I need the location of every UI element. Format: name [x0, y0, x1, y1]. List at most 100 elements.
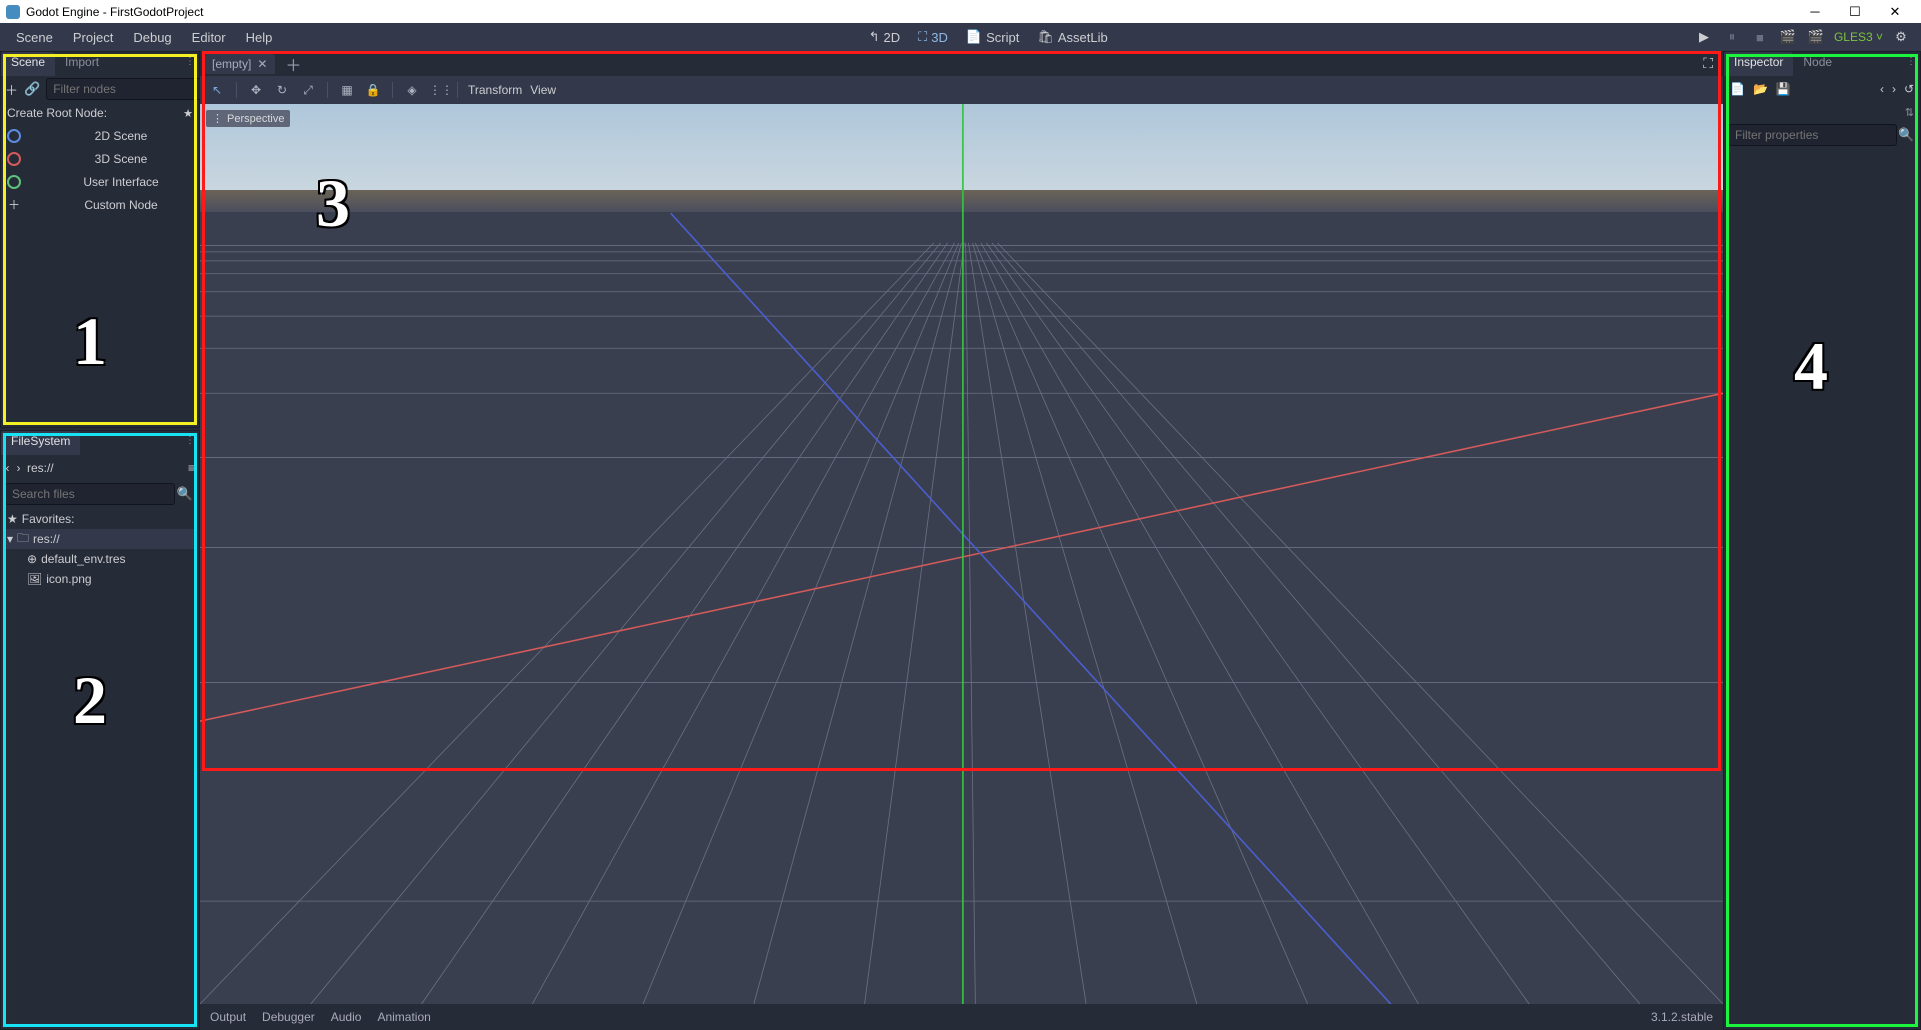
menu-help[interactable]: Help	[236, 26, 283, 49]
mode-2d-button[interactable]: ↰2D	[861, 25, 909, 49]
root-custom[interactable]: ＋Custom Node	[1, 193, 199, 216]
mode-assetlib-button[interactable]: 🛍AssetLib	[1029, 25, 1115, 49]
tab-inspector[interactable]: Inspector	[1724, 52, 1793, 76]
folder-icon: 🗀	[17, 529, 29, 550]
maximize-button[interactable]: ☐	[1835, 0, 1875, 23]
sort-icon[interactable]: ⇅	[1905, 106, 1914, 119]
annotation-2: 2	[73, 661, 107, 740]
tab-import[interactable]: Import	[55, 52, 109, 76]
menu-project[interactable]: Project	[63, 26, 123, 49]
dock-menu-icon[interactable]: ⋮	[1906, 56, 1916, 67]
window-title: Godot Engine - FirstGodotProject	[26, 5, 203, 19]
tab-scene[interactable]: Scene	[1, 52, 55, 76]
scale-tool-icon[interactable]: ⤢	[299, 83, 317, 98]
root-3d-scene[interactable]: 3D Scene	[1, 147, 199, 170]
tab-node[interactable]: Node	[1793, 52, 1842, 76]
chevron-down-icon: ▾	[7, 532, 13, 546]
close-button[interactable]: ✕	[1875, 0, 1915, 23]
2d-icon: ↰	[869, 29, 880, 45]
filter-nodes-input[interactable]	[46, 78, 215, 100]
root-2d-scene[interactable]: 2D Scene	[1, 124, 199, 147]
renderer-selector[interactable]: GLES3 ˅	[1834, 30, 1883, 44]
play-custom-button[interactable]: 🎬	[1806, 27, 1826, 47]
version-label: 3.1.2.stable	[1651, 1010, 1713, 1024]
res-root-row[interactable]: ▾🗀res://	[5, 529, 195, 549]
node2d-icon	[7, 129, 21, 143]
stop-button[interactable]: ■	[1750, 27, 1770, 47]
scene-tabs: [empty] ✕ ＋ ⛶	[200, 51, 1723, 76]
file-row[interactable]: 🖼icon.png	[5, 569, 195, 589]
mode-3d-button[interactable]: ⛶3D	[910, 25, 956, 49]
menu-editor[interactable]: Editor	[182, 26, 236, 49]
new-resource-icon[interactable]: 📄	[1730, 82, 1745, 96]
tab-audio[interactable]: Audio	[331, 1010, 362, 1024]
minimize-button[interactable]: ─	[1795, 0, 1835, 23]
close-icon[interactable]: ✕	[257, 57, 267, 71]
annotation-4: 4	[1794, 327, 1828, 406]
transform-menu[interactable]: Transform	[468, 83, 522, 97]
image-icon: 🖼	[27, 572, 42, 586]
grid	[200, 104, 1723, 1004]
viewport-3d[interactable]: ⋮Perspective 3	[200, 104, 1723, 1004]
star-icon[interactable]: ★	[183, 107, 193, 120]
move-tool-icon[interactable]: ✥	[247, 83, 265, 97]
window-titlebar: Godot Engine - FirstGodotProject ─ ☐ ✕	[0, 0, 1921, 23]
view-menu[interactable]: View	[530, 83, 556, 97]
dock-menu-icon[interactable]: ⋮	[185, 56, 195, 67]
settings-icon[interactable]: ⚙	[1891, 27, 1911, 47]
tab-animation[interactable]: Animation	[377, 1010, 430, 1024]
rotate-tool-icon[interactable]: ↻	[273, 83, 291, 97]
search-icon[interactable]: 🔍	[175, 484, 195, 504]
spatial-icon	[7, 152, 21, 166]
file-row[interactable]: ⊕default_env.tres	[5, 549, 195, 569]
favorites-row[interactable]: ★Favorites:	[5, 509, 195, 529]
script-icon: 📄	[966, 29, 982, 45]
back-button[interactable]: ‹	[5, 461, 10, 475]
tab-output[interactable]: Output	[210, 1010, 246, 1024]
3d-icon: ⛶	[918, 29, 927, 45]
lock-icon[interactable]: 🔒	[364, 83, 382, 97]
environment-icon[interactable]: ◈	[403, 83, 421, 97]
path-input[interactable]	[27, 461, 182, 475]
distraction-free-icon[interactable]: ⛶	[1697, 55, 1719, 72]
local-space-icon[interactable]: ▦	[338, 83, 356, 97]
control-icon	[7, 175, 21, 189]
godot-logo-icon	[6, 5, 20, 19]
back-icon[interactable]: ‹	[1880, 82, 1884, 96]
play-button[interactable]: ▶	[1694, 27, 1714, 47]
add-node-button[interactable]: ＋	[5, 79, 18, 99]
annotation-1: 1	[73, 302, 107, 381]
open-resource-icon[interactable]: 📂	[1753, 82, 1768, 96]
menu-debug[interactable]: Debug	[123, 26, 181, 49]
viewport-toolbar: ↖ ✥ ↻ ⤢ ▦ 🔒 ◈ ⋮⋮ Transform View	[200, 76, 1723, 104]
root-ui[interactable]: User Interface	[1, 170, 199, 193]
search-icon[interactable]: 🔍	[1897, 125, 1916, 145]
dock-menu-icon[interactable]: ⋮	[185, 435, 195, 446]
new-scene-button[interactable]: ＋	[279, 52, 307, 76]
forward-icon[interactable]: ›	[1892, 82, 1896, 96]
inspector-dock: Inspector Node ⋮ 📄 📂 💾 ‹ › ↺ ⇅ 🔍	[1723, 51, 1921, 1030]
history-icon[interactable]: ↺	[1904, 82, 1914, 96]
mode-script-button[interactable]: 📄Script	[958, 25, 1027, 49]
tab-filesystem[interactable]: FileSystem	[1, 431, 80, 455]
scene-tab-empty[interactable]: [empty] ✕	[204, 54, 275, 74]
search-files-input[interactable]	[5, 483, 175, 505]
view-mode-icon[interactable]: ≡	[188, 461, 195, 475]
assetlib-icon: 🛍	[1037, 29, 1054, 45]
save-resource-icon[interactable]: 💾	[1776, 82, 1791, 96]
play-scene-button[interactable]: 🎬	[1778, 27, 1798, 47]
menu-scene[interactable]: Scene	[6, 26, 63, 49]
create-root-label: Create Root Node: ★	[1, 102, 199, 124]
perspective-label[interactable]: ⋮Perspective	[206, 110, 290, 127]
star-icon: ★	[7, 512, 18, 526]
pause-button[interactable]: ⏸	[1722, 27, 1742, 47]
link-icon[interactable]: 🔗	[24, 79, 40, 99]
select-tool-icon[interactable]: ↖	[208, 83, 226, 97]
forward-button[interactable]: ›	[16, 461, 21, 475]
scene-dock: Scene Import ⋮ ＋ 🔗 🔍 Create Root Node: ★…	[0, 51, 200, 428]
filter-properties-input[interactable]	[1728, 124, 1897, 146]
snap-icon[interactable]: ⋮⋮	[429, 83, 447, 97]
environment-icon: ⊕	[27, 552, 37, 566]
tab-debugger[interactable]: Debugger	[262, 1010, 315, 1024]
filesystem-dock: FileSystem ⋮ ‹ › ≡ 🔍 ★Favorites: ▾🗀res:/…	[0, 430, 200, 1030]
